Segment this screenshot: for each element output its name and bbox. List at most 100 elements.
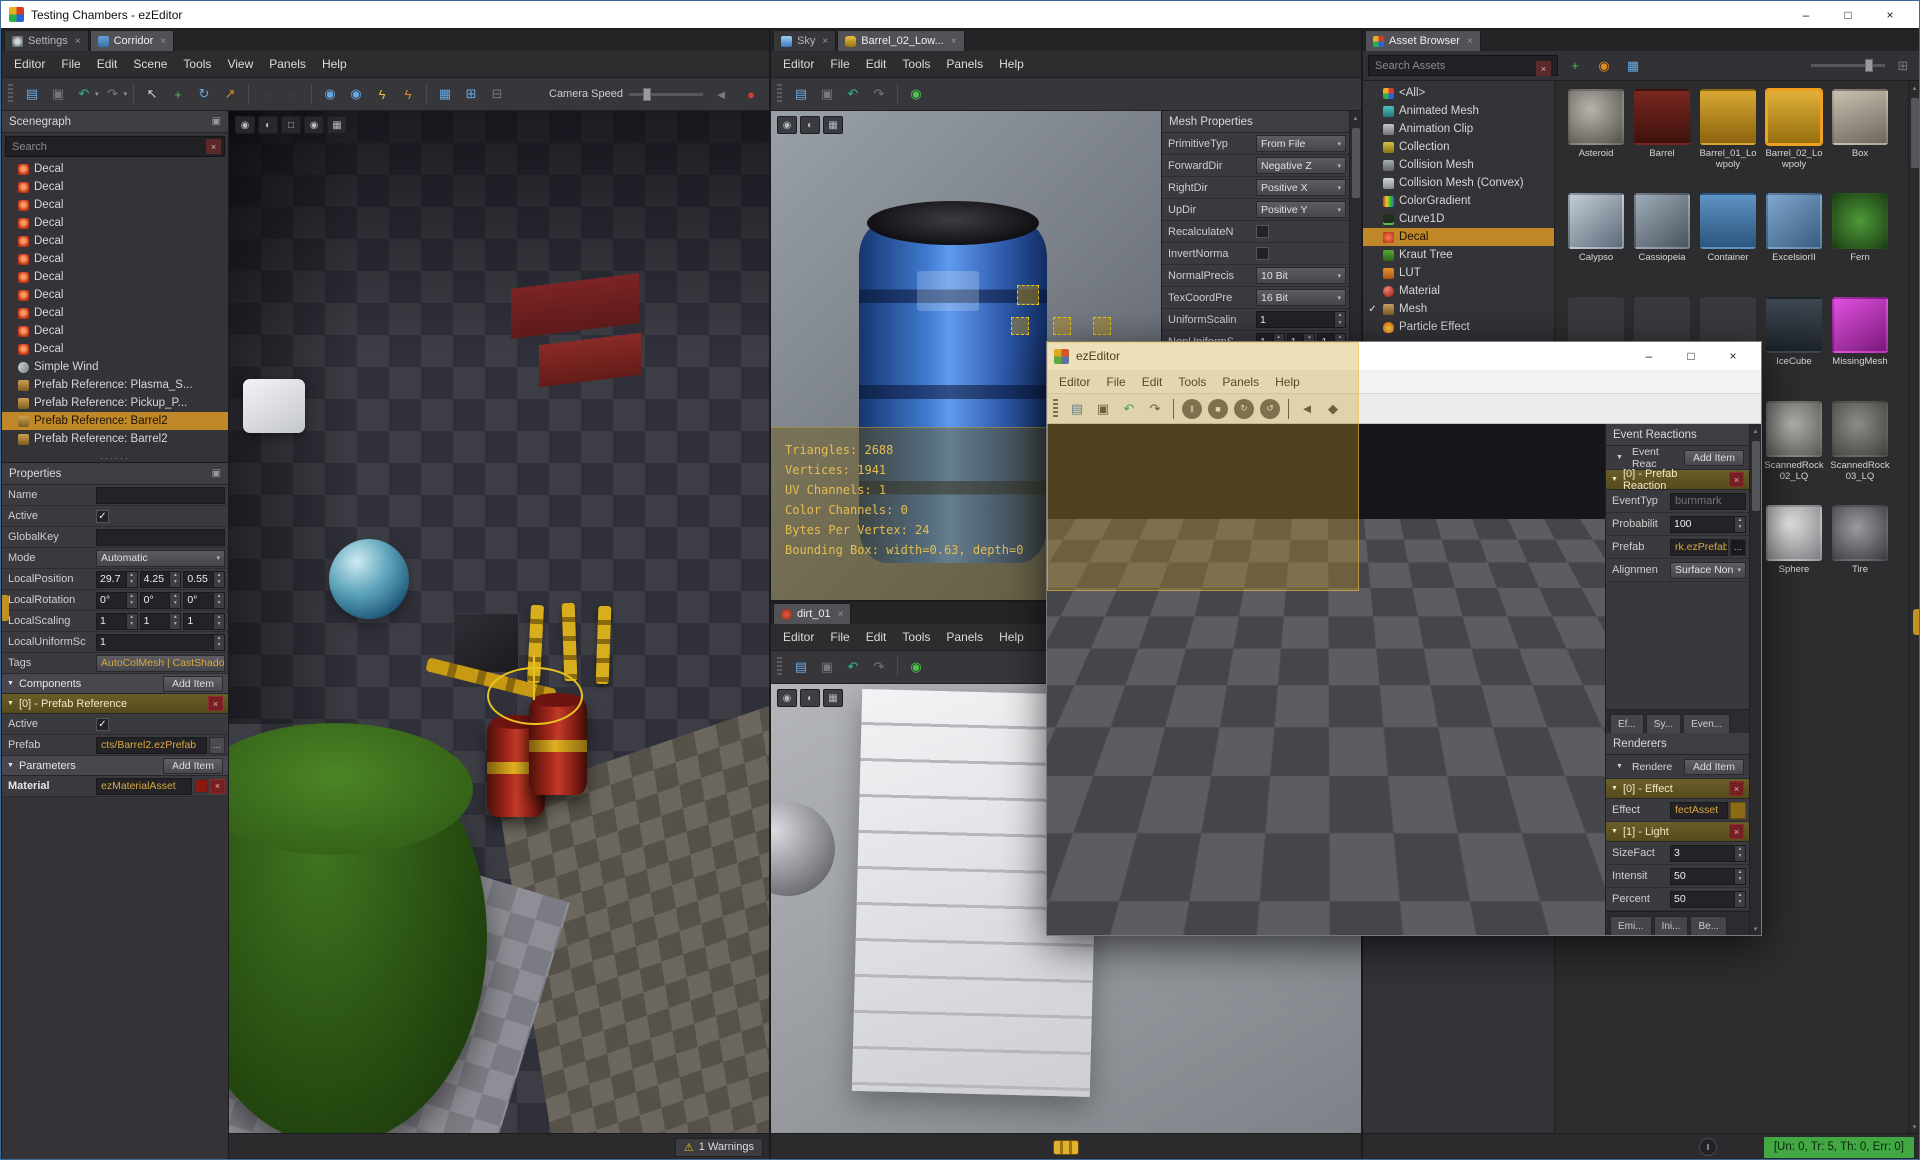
- rotation-spinbox[interactable]: 0° ▴ ▾: [183, 591, 226, 609]
- expander-icon[interactable]: ▼: [1611, 476, 1618, 483]
- float-titlebar[interactable]: ezEditor – □ ×: [1047, 342, 1761, 370]
- expander-icon[interactable]: ▼: [7, 680, 14, 687]
- asset-thumbnail[interactable]: [1700, 193, 1756, 249]
- scenegraph-item[interactable]: Decal: [2, 160, 228, 178]
- menu-item[interactable]: File: [822, 51, 857, 77]
- value-dropdown[interactable]: Positive X ▾: [1256, 179, 1346, 196]
- panel-tab[interactable]: Be...: [1690, 916, 1728, 935]
- asset-item[interactable]: Fern: [1827, 191, 1893, 295]
- spinner-arrows[interactable]: ▴▾: [213, 592, 225, 608]
- scroll-down-icon[interactable]: ▾: [1750, 922, 1761, 935]
- value-spinbox[interactable]: 50 ▴ ▾: [1670, 867, 1746, 885]
- restart-icon[interactable]: ↻: [1234, 398, 1254, 419]
- asset-item[interactable]: Box: [1827, 87, 1893, 191]
- tab-close-icon[interactable]: ×: [822, 36, 828, 47]
- expander-icon[interactable]: ▼: [7, 700, 14, 707]
- scenegraph-item[interactable]: Decal: [2, 322, 228, 340]
- toolbar-handle[interactable]: [777, 84, 782, 104]
- value-dropdown[interactable]: Surface Non ▾: [1670, 561, 1746, 579]
- asset-thumbnail[interactable]: [1634, 89, 1690, 145]
- menu-item[interactable]: Edit: [89, 51, 126, 77]
- menu-item[interactable]: File: [53, 51, 88, 77]
- render-mode-icon[interactable]: ◉: [904, 655, 928, 679]
- grid-view-icon[interactable]: ⊞: [1891, 54, 1915, 78]
- asset-search-input[interactable]: [1368, 55, 1558, 76]
- asset-item[interactable]: Barrel_01_Lowpoly: [1695, 87, 1761, 191]
- scenegraph-item[interactable]: Decal: [2, 196, 228, 214]
- position-spinbox[interactable]: 4.25 ▴ ▾: [139, 570, 182, 588]
- remove-renderer-icon[interactable]: ×: [1729, 824, 1744, 839]
- menu-item[interactable]: Tools: [894, 51, 938, 77]
- expander-icon[interactable]: ▼: [1611, 828, 1618, 835]
- redo-icon[interactable]: ↷: [1143, 397, 1167, 421]
- menu-item[interactable]: Editor: [6, 51, 53, 77]
- scale-tool-icon[interactable]: ↗: [218, 82, 242, 106]
- save-icon[interactable]: ▤: [20, 82, 44, 106]
- prefab-reaction-band[interactable]: ▼ [0] - Prefab Reaction ×: [1606, 468, 1749, 492]
- scaling-spinbox[interactable]: 1 ▴ ▾: [183, 612, 226, 630]
- log-pause-icon[interactable]: ‖: [1699, 1138, 1717, 1156]
- spinner-arrows[interactable]: ▴▾: [213, 571, 225, 587]
- asset-thumbnail[interactable]: [1766, 505, 1822, 561]
- asset-grid-scrollbar[interactable]: ▴ ▾: [1908, 81, 1919, 1133]
- scenegraph-item[interactable]: Decal: [2, 340, 228, 358]
- asset-thumbnail[interactable]: [1832, 89, 1888, 145]
- eye-icon[interactable]: ◉: [235, 116, 255, 134]
- asset-thumbnail[interactable]: [1766, 89, 1822, 145]
- copy-icon[interactable]: ▣: [46, 82, 70, 106]
- log-status-badge[interactable]: [Un: 0, Tr: 5, Th: 0, Err: 0]: [1763, 1136, 1914, 1158]
- rotate-tool-icon[interactable]: ↻: [192, 82, 216, 106]
- browse-asset-icon[interactable]: …: [1730, 538, 1746, 556]
- mode-dropdown[interactable]: Automatic ▾: [96, 549, 225, 567]
- scroll-up-icon[interactable]: ▴: [1350, 111, 1361, 124]
- spinner-arrows[interactable]: ▴▾: [125, 592, 137, 608]
- asset-type-item[interactable]: ✓ Collection: [1363, 138, 1554, 156]
- undo-dropdown-icon[interactable]: ▾: [95, 90, 99, 98]
- search-clear-icon[interactable]: ×: [206, 139, 221, 154]
- value-spinbox[interactable]: 1 ▴ ▾: [1256, 311, 1346, 328]
- view-mode-icon[interactable]: ▦: [1621, 54, 1645, 78]
- menu-item[interactable]: Help: [1267, 370, 1308, 393]
- value-dropdown[interactable]: 10 Bit ▾: [1256, 267, 1346, 284]
- scrollbar-thumb[interactable]: [1910, 98, 1919, 168]
- scenegraph-item[interactable]: Decal: [2, 304, 228, 322]
- asset-thumbnail[interactable]: [1568, 193, 1624, 249]
- add-parameter-button[interactable]: Add Item: [162, 757, 223, 774]
- undo-icon[interactable]: ↶: [841, 655, 865, 679]
- panel-tab[interactable]: Even...: [1683, 714, 1731, 733]
- menu-item[interactable]: Panels: [938, 624, 991, 650]
- menu-item[interactable]: File: [822, 624, 857, 650]
- effect-asset-field[interactable]: fectAsset: [1670, 801, 1728, 819]
- asset-item[interactable]: ScannedRock03_LQ: [1827, 399, 1893, 503]
- menu-item[interactable]: Tools: [1170, 370, 1214, 393]
- toolbar-handle[interactable]: [8, 84, 13, 104]
- document-tab[interactable]: Sky ×: [773, 30, 837, 51]
- spinner-arrows[interactable]: ▴▾: [1334, 312, 1345, 327]
- asset-browser-tab[interactable]: Asset Browser ×: [1365, 30, 1481, 51]
- redo-dropdown-icon[interactable]: ▾: [124, 90, 128, 98]
- scenegraph-item[interactable]: Prefab Reference: Pickup_P...: [2, 394, 228, 412]
- value-dropdown[interactable]: From File ▾: [1256, 135, 1346, 152]
- value-spinbox[interactable]: 3 ▴ ▾: [1670, 844, 1746, 862]
- asset-actions-icon[interactable]: ◉: [1592, 54, 1616, 78]
- asset-item[interactable]: Calypso: [1563, 191, 1629, 295]
- launch-player-icon[interactable]: ϟ: [396, 82, 420, 106]
- asset-type-item[interactable]: ✓ Kraut Tree: [1363, 246, 1554, 264]
- tags-dropdown[interactable]: AutoColMesh | CastShadow ▾: [96, 654, 225, 672]
- expander-icon[interactable]: ▼: [7, 762, 14, 769]
- simulate-icon[interactable]: ◉: [344, 82, 368, 106]
- material-asset-field[interactable]: ezMaterialAsset: [96, 777, 192, 795]
- asset-item[interactable]: Barrel_02_Lowpoly: [1761, 87, 1827, 191]
- menu-item[interactable]: Tools: [175, 51, 219, 77]
- thumbnail-size-slider[interactable]: [1811, 59, 1885, 72]
- add-renderer-button[interactable]: Add Item: [1683, 758, 1744, 775]
- maximize-button[interactable]: □: [1827, 2, 1869, 28]
- globalkey-input[interactable]: [96, 528, 225, 546]
- close-button[interactable]: ×: [1869, 2, 1911, 28]
- remove-renderer-icon[interactable]: ×: [1729, 781, 1744, 796]
- search-clear-icon[interactable]: ×: [1536, 61, 1551, 76]
- asset-type-item[interactable]: ✓ <All>: [1363, 84, 1554, 102]
- asset-reference-field[interactable]: rk.ezPrefab: [1670, 538, 1728, 556]
- camera-speed-knob[interactable]: [643, 87, 651, 101]
- snap-settings-icon[interactable]: ⊟: [485, 82, 509, 106]
